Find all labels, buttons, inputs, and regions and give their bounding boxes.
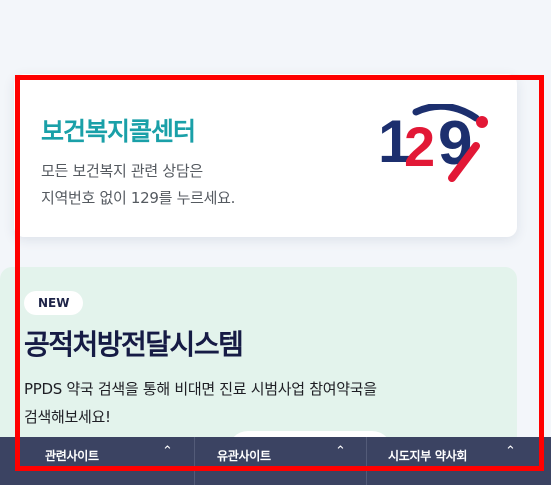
call-center-desc-line2: 지역번호 없이 129를 누르세요. bbox=[41, 189, 236, 207]
chevron-up-icon: ⌃ bbox=[335, 444, 346, 459]
call-center-title: 보건복지콜센터 bbox=[41, 117, 196, 146]
footer-tab-affiliated-sites[interactable]: 유관사이트 ⌃ bbox=[195, 437, 367, 485]
ppds-desc-line2: 검색해보세요! bbox=[24, 408, 111, 426]
footer-tab-label: 시도지부 약사회 bbox=[388, 449, 468, 463]
chevron-up-icon: ⌃ bbox=[162, 444, 173, 459]
footer-tab-label: 유관사이트 bbox=[217, 449, 271, 463]
ppds-card[interactable]: NEW 공적처방전달시스템 PPDS 약국 검색을 통해 비대면 진료 시범사업… bbox=[0, 267, 517, 471]
chevron-up-icon: ⌃ bbox=[505, 444, 516, 459]
footer-tab-regional-pharmacist-assoc[interactable]: 시도지부 약사회 ⌃ bbox=[367, 437, 551, 485]
new-badge: NEW bbox=[24, 291, 84, 315]
call-center-card[interactable]: 보건복지콜센터 모든 보건복지 관련 상담은 지역번호 없이 129를 누르세요… bbox=[14, 74, 517, 237]
ppds-description: PPDS 약국 검색을 통해 비대면 진료 시범사업 참여약국을 검색해보세요! bbox=[24, 375, 444, 431]
call-center-desc-line1: 모든 보건복지 관련 상담은 bbox=[41, 162, 203, 180]
ppds-title: 공적처방전달시스템 bbox=[24, 328, 244, 361]
ppds-desc-line1: PPDS 약국 검색을 통해 비대면 진료 시범사업 참여약국을 bbox=[24, 380, 377, 398]
logo-digit-2: 2 bbox=[404, 115, 435, 178]
call-center-description: 모든 보건복지 관련 상담은 지역번호 없이 129를 누르세요. bbox=[41, 158, 235, 212]
logo-handset-icon bbox=[476, 116, 488, 128]
footer-tab-label: 관련사이트 bbox=[45, 449, 99, 463]
129-logo: 1 2 9 129 bbox=[376, 104, 488, 182]
footer-tab-related-sites[interactable]: 관련사이트 ⌃ bbox=[0, 437, 195, 485]
footer-site-links-bar: 관련사이트 ⌃ 유관사이트 ⌃ 시도지부 약사회 ⌃ bbox=[0, 437, 551, 485]
logo-text: 129 bbox=[376, 104, 378, 105]
